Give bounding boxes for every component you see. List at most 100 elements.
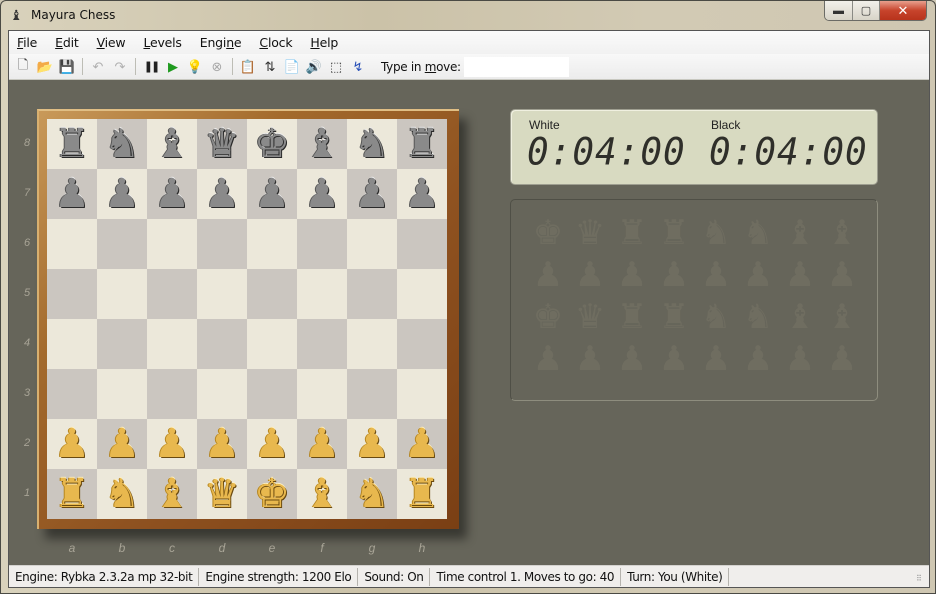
save-button[interactable]: 💾 [56,57,78,77]
open-button[interactable]: 📂 [34,57,56,77]
black-pawn-icon[interactable]: ♟ [404,174,440,214]
square-a2[interactable]: ♟ [47,419,97,469]
stop-button[interactable]: ⊗ [206,57,228,77]
square-b7[interactable]: ♟ [97,169,147,219]
menu-edit[interactable]: Edit [55,35,79,50]
square-h5[interactable] [397,269,447,319]
white-pawn-icon[interactable]: ♟ [254,424,290,464]
square-g1[interactable]: ♞ [347,469,397,519]
square-f5[interactable] [297,269,347,319]
white-pawn-icon[interactable]: ♟ [354,424,390,464]
menu-file[interactable]: File [17,35,37,50]
square-g8[interactable]: ♞ [347,119,397,169]
black-bishop-icon[interactable]: ♝ [304,124,340,164]
square-h4[interactable] [397,319,447,369]
black-knight-icon[interactable]: ♞ [354,124,390,164]
black-pawn-icon[interactable]: ♟ [354,174,390,214]
square-f1[interactable]: ♝ [297,469,347,519]
black-pawn-icon[interactable]: ♟ [254,174,290,214]
menu-levels[interactable]: Levels [143,35,182,50]
square-f7[interactable]: ♟ [297,169,347,219]
square-b6[interactable] [97,219,147,269]
square-g5[interactable] [347,269,397,319]
white-rook-icon[interactable]: ♜ [54,474,90,514]
menu-view[interactable]: View [97,35,126,50]
square-a8[interactable]: ♜ [47,119,97,169]
square-f3[interactable] [297,369,347,419]
square-e6[interactable] [247,219,297,269]
square-f8[interactable]: ♝ [297,119,347,169]
square-g4[interactable] [347,319,397,369]
square-c8[interactable]: ♝ [147,119,197,169]
square-f6[interactable] [297,219,347,269]
square-d4[interactable] [197,319,247,369]
refresh-button[interactable]: ↯ [347,57,369,77]
black-rook-icon[interactable]: ♜ [54,124,90,164]
square-h8[interactable]: ♜ [397,119,447,169]
resize-button[interactable]: ⬚ [325,57,347,77]
square-b3[interactable] [97,369,147,419]
square-c6[interactable] [147,219,197,269]
black-pawn-icon[interactable]: ♟ [54,174,90,214]
undo-button[interactable]: ↶ [87,57,109,77]
square-d1[interactable]: ♛ [197,469,247,519]
square-a1[interactable]: ♜ [47,469,97,519]
square-b8[interactable]: ♞ [97,119,147,169]
close-button[interactable]: ✕ [880,1,926,20]
black-queen-icon[interactable]: ♛ [204,124,240,164]
move-input[interactable] [463,56,569,77]
square-h2[interactable]: ♟ [397,419,447,469]
square-e1[interactable]: ♚ [247,469,297,519]
square-b5[interactable] [97,269,147,319]
square-g7[interactable]: ♟ [347,169,397,219]
square-e2[interactable]: ♟ [247,419,297,469]
minimize-button[interactable]: ▬ [825,1,853,20]
square-a6[interactable] [47,219,97,269]
white-pawn-icon[interactable]: ♟ [204,424,240,464]
menu-engine[interactable]: Engine [200,35,242,50]
chess-board[interactable]: ♜ ♞ ♝ ♛ ♚ ♝ ♞ ♜ ♟ ♟ ♟ ♟ ♟ ♟ ♟ ♟ ♟ ♟ ♟ ♟ ♟ ♟ ♟ ♟ ♜ ♞ ♝ ♛ ♚ ♝ ♞ ♜ [47,119,447,519]
hint-button[interactable]: 💡 [184,57,206,77]
square-f4[interactable] [297,319,347,369]
square-d5[interactable] [197,269,247,319]
flip-board-button[interactable]: ⇅ [259,57,281,77]
edit-position-button[interactable]: 📋 [237,57,259,77]
square-d3[interactable] [197,369,247,419]
white-rook-icon[interactable]: ♜ [404,474,440,514]
white-bishop-icon[interactable]: ♝ [154,474,190,514]
maximize-button[interactable]: ▢ [853,1,880,20]
white-pawn-icon[interactable]: ♟ [154,424,190,464]
black-king-icon[interactable]: ♚ [254,124,290,164]
square-h1[interactable]: ♜ [397,469,447,519]
square-c1[interactable]: ♝ [147,469,197,519]
square-d6[interactable] [197,219,247,269]
black-knight-icon[interactable]: ♞ [104,124,140,164]
white-king-icon[interactable]: ♚ [254,474,290,514]
square-d8[interactable]: ♛ [197,119,247,169]
white-bishop-icon[interactable]: ♝ [304,474,340,514]
black-rook-icon[interactable]: ♜ [404,124,440,164]
square-h6[interactable] [397,219,447,269]
new-game-button[interactable]: 🗋 [12,57,34,77]
pause-button[interactable]: ❚❚ [140,57,162,77]
black-pawn-icon[interactable]: ♟ [304,174,340,214]
square-a3[interactable] [47,369,97,419]
sound-button[interactable]: 🔊 [303,57,325,77]
square-e4[interactable] [247,319,297,369]
square-c2[interactable]: ♟ [147,419,197,469]
resize-grip-icon[interactable]: ⠿ [916,574,926,584]
menu-help[interactable]: Help [310,35,338,50]
square-b2[interactable]: ♟ [97,419,147,469]
square-e7[interactable]: ♟ [247,169,297,219]
white-knight-icon[interactable]: ♞ [104,474,140,514]
play-button[interactable]: ▶ [162,57,184,77]
square-g6[interactable] [347,219,397,269]
white-knight-icon[interactable]: ♞ [354,474,390,514]
square-c3[interactable] [147,369,197,419]
title-bar[interactable]: ♝ Mayura Chess ▬ ▢ ✕ [1,1,935,30]
square-d2[interactable]: ♟ [197,419,247,469]
square-c5[interactable] [147,269,197,319]
square-a5[interactable] [47,269,97,319]
game-notes-button[interactable]: 📄 [281,57,303,77]
square-e8[interactable]: ♚ [247,119,297,169]
